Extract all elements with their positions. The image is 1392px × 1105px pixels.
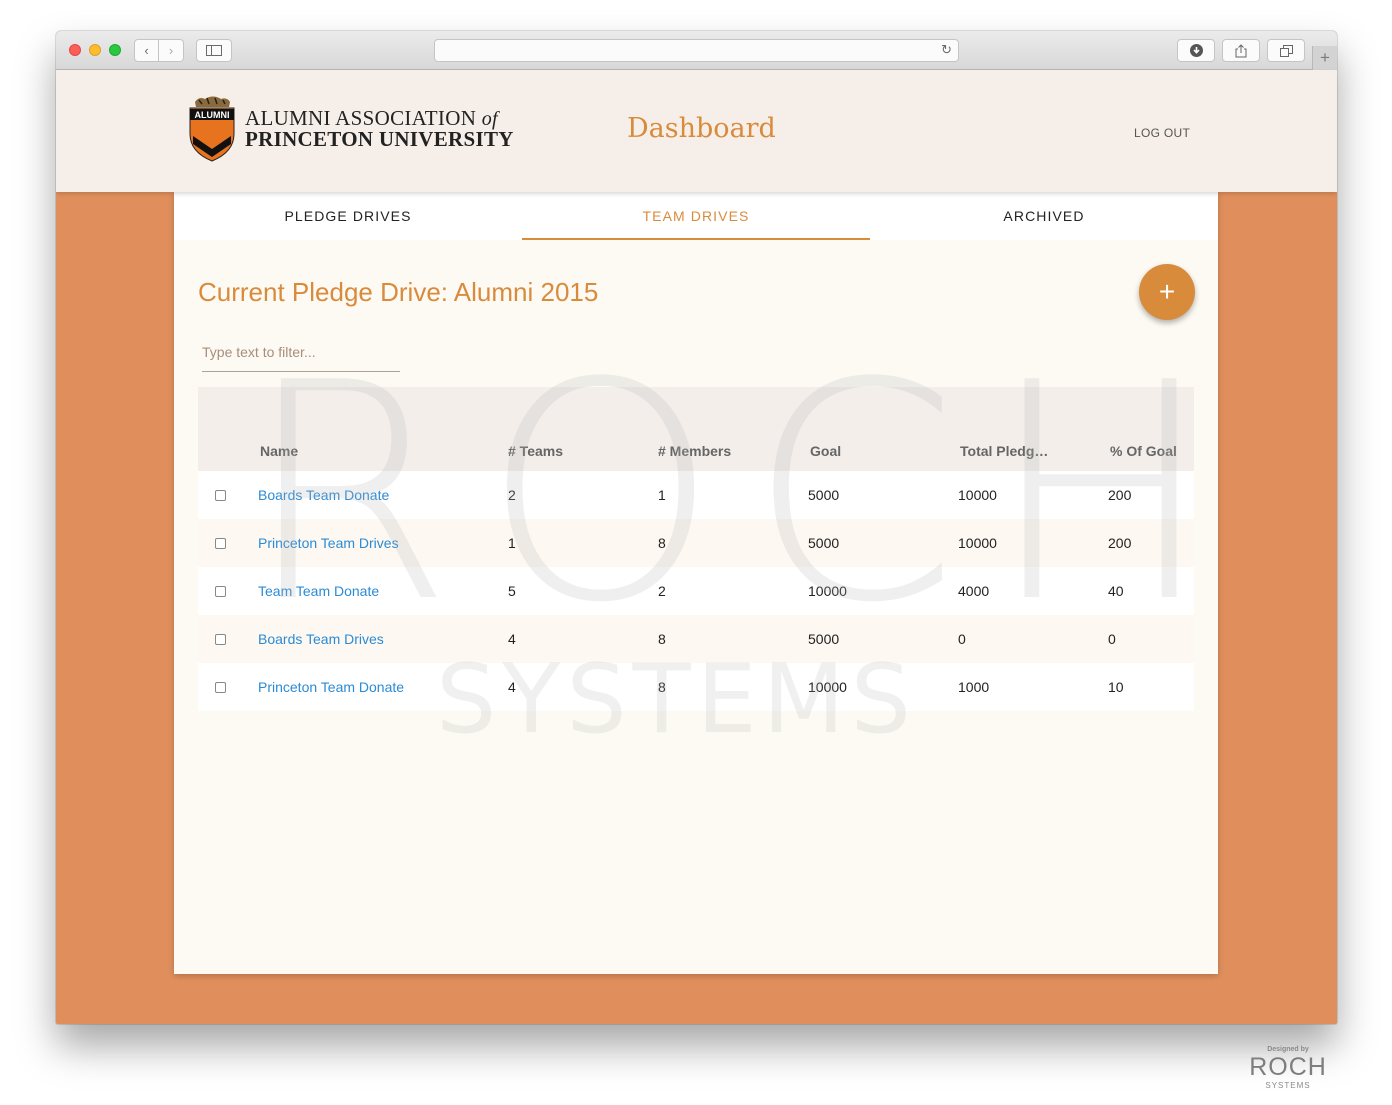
drive-name-link[interactable]: Boards Team Drives: [258, 631, 384, 647]
current-drive-title: Current Pledge Drive: Alumni 2015: [198, 277, 599, 307]
table-row[interactable]: Boards Team Drives 4 8 5000 0 0: [198, 615, 1194, 663]
chevron-right-icon: ›: [168, 43, 174, 58]
teams-count: 5: [508, 583, 516, 599]
tabs-icon: [1279, 44, 1293, 57]
tab-pledge-drives[interactable]: PLEDGE DRIVES: [174, 192, 522, 240]
row-checkbox[interactable]: [215, 489, 226, 501]
browser-window: ‹ › ↻ + ALUMNI ALUMNI ASSOCIATION of PRI…: [56, 31, 1337, 1024]
show-tabs-button[interactable]: [1267, 39, 1305, 62]
logo-line1: ALUMNI ASSOCIATION: [245, 105, 477, 130]
page-title: Dashboard: [627, 113, 776, 144]
share-icon: [1235, 43, 1247, 57]
column-header-members[interactable]: # Members: [658, 443, 731, 459]
logo-line2: PRINCETON UNIVERSITY: [245, 126, 514, 151]
minimize-window-button[interactable]: [89, 44, 101, 56]
column-header-percent-of-goal[interactable]: % Of Goal: [1110, 443, 1177, 459]
members-count: 2: [658, 583, 666, 599]
team-drives-table: Name # Teams # Members Goal Total Pledg……: [198, 387, 1194, 711]
zoom-window-button[interactable]: [109, 44, 121, 56]
tab-bar: PLEDGE DRIVES TEAM DRIVES ARCHIVED: [174, 192, 1218, 240]
members-count: 8: [658, 631, 666, 647]
goal-value: 10000: [808, 679, 847, 695]
goal-value: 5000: [808, 631, 840, 647]
filter-input[interactable]: [202, 332, 400, 372]
members-count: 1: [658, 487, 666, 503]
goal-value: 5000: [808, 487, 840, 503]
drive-name-link[interactable]: Team Team Donate: [258, 583, 379, 599]
princeton-alumni-logo[interactable]: ALUMNI ALUMNI ASSOCIATION of PRINCETON U…: [187, 94, 514, 162]
teams-count: 4: [508, 679, 516, 695]
table-row[interactable]: Boards Team Donate 2 1 5000 10000 200: [198, 471, 1194, 519]
download-icon: [1189, 44, 1203, 57]
total-pledged-value: 1000: [958, 679, 990, 695]
close-window-button[interactable]: [69, 44, 81, 56]
percent-of-goal-value: 200: [1108, 535, 1132, 551]
total-pledged-value: 10000: [958, 487, 997, 503]
members-count: 8: [658, 679, 666, 695]
column-header-teams[interactable]: # Teams: [508, 443, 563, 459]
back-button[interactable]: ‹: [134, 39, 159, 62]
plus-icon: +: [1320, 48, 1330, 67]
add-button[interactable]: +: [1139, 264, 1195, 320]
row-checkbox[interactable]: [215, 585, 226, 597]
goal-value: 5000: [808, 535, 840, 551]
total-pledged-value: 10000: [958, 535, 997, 551]
percent-of-goal-value: 200: [1108, 487, 1132, 503]
princeton-shield-icon: ALUMNI: [189, 96, 235, 162]
members-count: 8: [658, 535, 666, 551]
downloads-button[interactable]: [1177, 39, 1215, 62]
drive-name-link[interactable]: Boards Team Donate: [258, 487, 389, 503]
address-bar[interactable]: ↻: [434, 39, 959, 62]
table-row[interactable]: Princeton Team Drives 1 8 5000 10000 200: [198, 519, 1194, 567]
table-row[interactable]: Team Team Donate 5 2 10000 4000 40: [198, 567, 1194, 615]
teams-count: 2: [508, 487, 516, 503]
total-pledged-value: 4000: [958, 583, 990, 599]
browser-toolbar: ‹ › ↻ +: [56, 31, 1337, 70]
sidebar-toggle-button[interactable]: [196, 39, 232, 62]
content-card: PLEDGE DRIVES TEAM DRIVES ARCHIVED Curre…: [174, 192, 1218, 974]
total-pledged-value: 0: [958, 631, 966, 647]
percent-of-goal-value: 0: [1108, 631, 1116, 647]
logo-wordmark: ALUMNI ASSOCIATION of PRINCETON UNIVERSI…: [245, 105, 514, 151]
row-checkbox[interactable]: [215, 633, 226, 645]
teams-count: 4: [508, 631, 516, 647]
plus-icon: +: [1158, 276, 1176, 307]
chevron-left-icon: ‹: [144, 43, 149, 58]
reload-icon[interactable]: ↻: [941, 42, 952, 58]
table-header: Name # Teams # Members Goal Total Pledg……: [198, 387, 1194, 471]
designer-brand-sub: SYSTEMS: [1265, 1081, 1311, 1090]
logout-link[interactable]: LOG OUT: [1134, 126, 1190, 140]
goal-value: 10000: [808, 583, 847, 599]
logo-badge: ALUMNI: [195, 110, 230, 120]
app-header: ALUMNI ALUMNI ASSOCIATION of PRINCETON U…: [56, 70, 1337, 192]
designed-by-label: Designed by: [1267, 1046, 1309, 1053]
new-tab-button[interactable]: +: [1312, 46, 1337, 70]
share-button[interactable]: [1222, 39, 1260, 62]
tab-team-drives[interactable]: TEAM DRIVES: [522, 192, 870, 240]
sidebar-icon: [206, 45, 222, 56]
drive-name-link[interactable]: Princeton Team Donate: [258, 679, 404, 695]
row-checkbox[interactable]: [215, 681, 226, 693]
percent-of-goal-value: 10: [1108, 679, 1124, 695]
tab-archived[interactable]: ARCHIVED: [870, 192, 1218, 240]
drive-name-link[interactable]: Princeton Team Drives: [258, 535, 399, 551]
column-header-goal[interactable]: Goal: [810, 443, 841, 459]
column-header-name[interactable]: Name: [260, 443, 298, 459]
column-header-total-pledged[interactable]: Total Pledg…: [960, 443, 1048, 459]
percent-of-goal-value: 40: [1108, 583, 1124, 599]
row-checkbox[interactable]: [215, 537, 226, 549]
teams-count: 1: [508, 535, 516, 551]
forward-button[interactable]: ›: [159, 39, 184, 62]
designed-by-badge: Designed by ROCH SYSTEMS: [1240, 1046, 1336, 1090]
designer-brand: ROCH: [1249, 1053, 1327, 1081]
table-row[interactable]: Princeton Team Donate 4 8 10000 1000 10: [198, 663, 1194, 711]
